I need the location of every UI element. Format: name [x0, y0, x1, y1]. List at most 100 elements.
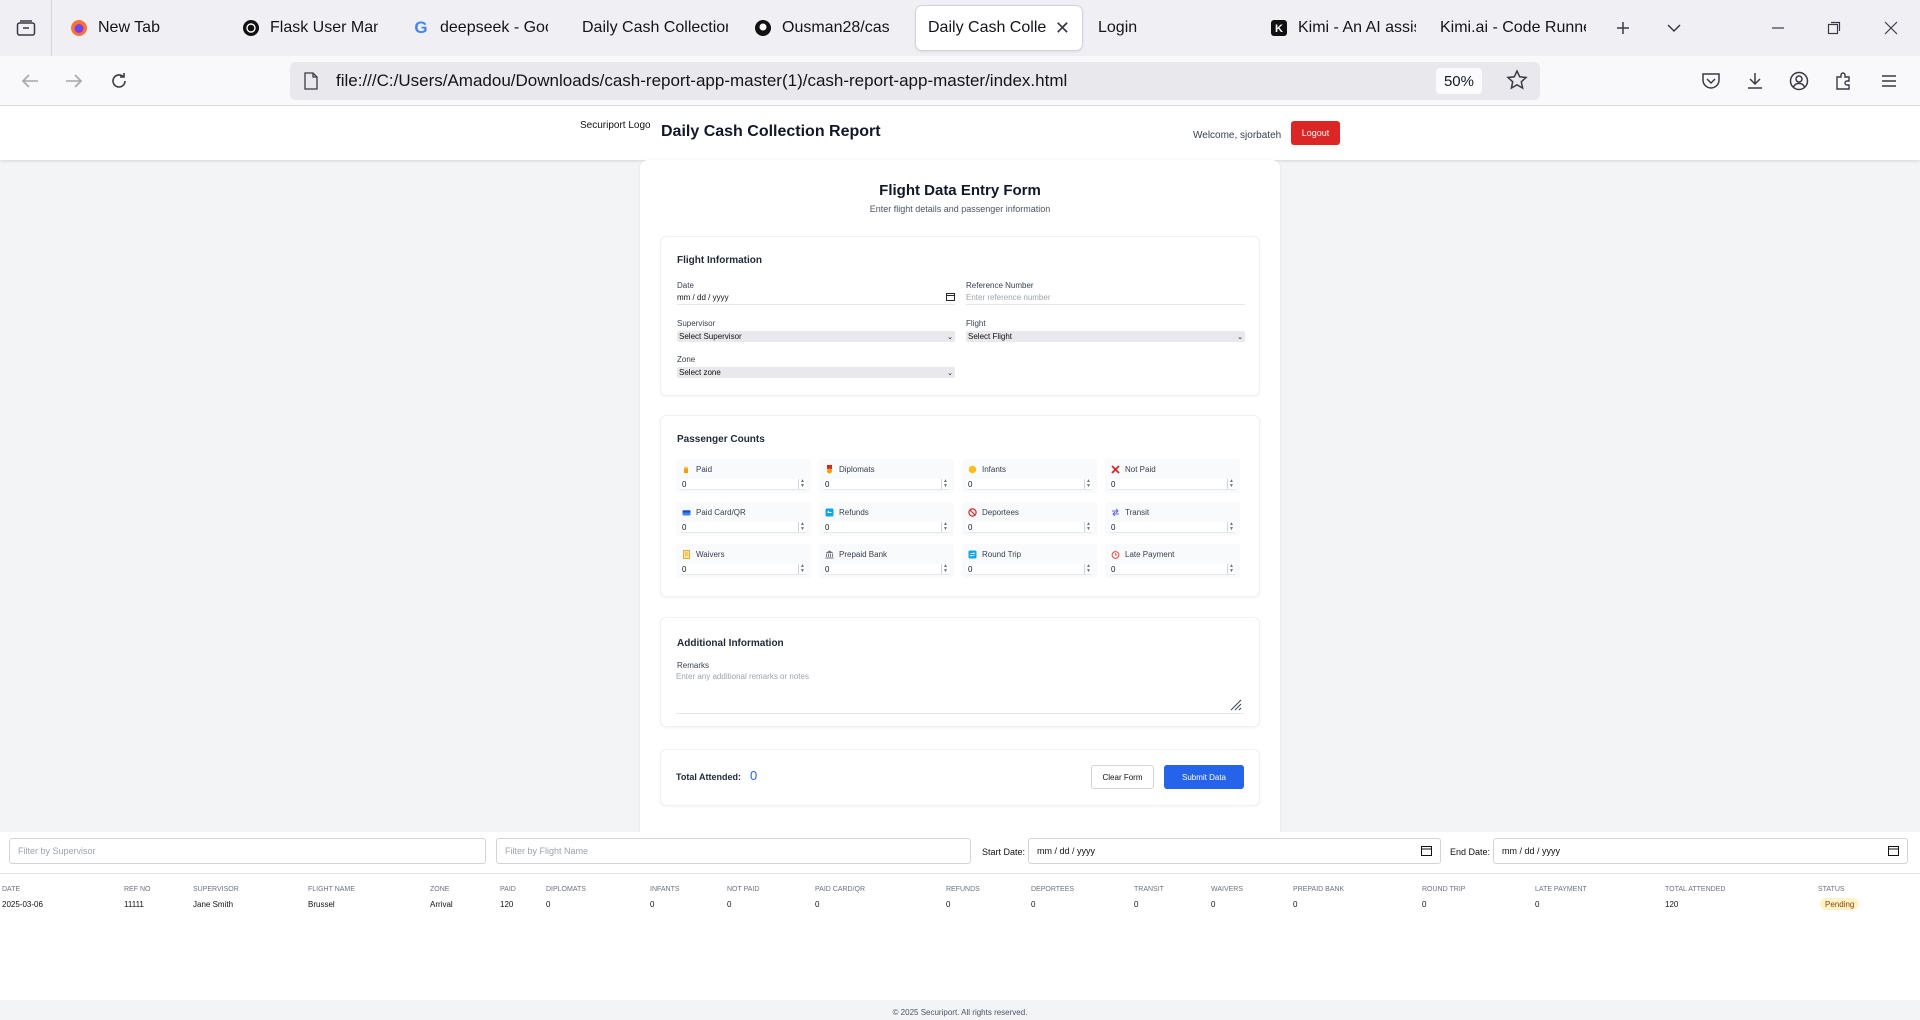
remarks-textarea[interactable]: Enter any additional remarks or notes — [676, 670, 1244, 714]
svg-text:K: K — [1275, 23, 1283, 35]
total-attended-label: Total Attended: — [676, 772, 741, 782]
submit-data-button[interactable]: Submit Data — [1164, 765, 1244, 789]
tab-login[interactable]: Login — [1086, 6, 1256, 50]
zone-select[interactable]: Select zone ⌄ — [677, 367, 955, 378]
stepper-icon[interactable]: ▲ ▼ — [1227, 479, 1235, 489]
reference-number-label: Reference Number — [966, 281, 1034, 290]
calendar-icon[interactable] — [1888, 845, 1899, 858]
reload-icon — [112, 73, 126, 88]
minimize-button[interactable] — [1762, 12, 1794, 44]
new-tab-button[interactable] — [1607, 12, 1639, 44]
cell-supervisor: Jane Smith — [193, 900, 234, 909]
paid-card-qr-input[interactable]: 0 ▲ ▼ — [681, 522, 806, 533]
flight-select[interactable]: Select Flight ⌄ — [966, 331, 1245, 342]
stepper-icon[interactable]: ▲ ▼ — [798, 522, 806, 532]
date-input[interactable]: mm / dd / yyyy — [677, 291, 955, 305]
menu-button[interactable] — [1873, 65, 1905, 97]
restore-button[interactable] — [1818, 12, 1850, 44]
close-window-button[interactable] — [1875, 12, 1907, 44]
cell-transit: 0 — [1134, 900, 1139, 909]
infants-value: 0 — [968, 479, 973, 489]
url-bar[interactable]: file:///C:/Users/Amadou/Downloads/cash-r… — [290, 62, 1540, 100]
stepper-icon[interactable]: ▲ ▼ — [941, 522, 949, 532]
tab-new-tab[interactable]: New Tab — [58, 6, 228, 50]
not-paid-input[interactable]: 0 ▲ ▼ — [1110, 479, 1235, 490]
tab-kimi-assistant[interactable]: K Kimi - An AI assist — [1258, 6, 1428, 50]
url-text[interactable]: file:///C:/Users/Amadou/Downloads/cash-r… — [336, 71, 1067, 91]
tab-daily-cash-collection[interactable]: Daily Cash Collection — [570, 6, 740, 50]
transit-input[interactable]: 0 ▲ ▼ — [1110, 522, 1235, 533]
back-button[interactable] — [14, 65, 46, 97]
prepaid-bank-input[interactable]: 0 ▲ ▼ — [824, 564, 949, 575]
stepper-icon[interactable]: ▲ ▼ — [1084, 479, 1092, 489]
stepper-icon[interactable]: ▲ ▼ — [1227, 564, 1235, 574]
extensions-button[interactable] — [1827, 65, 1859, 97]
waivers-input[interactable]: 0 ▲ ▼ — [681, 564, 806, 575]
clear-form-button[interactable]: Clear Form — [1091, 765, 1154, 789]
downloads-button[interactable] — [1739, 65, 1771, 97]
reload-button[interactable] — [103, 65, 135, 97]
calendar-icon[interactable] — [1421, 845, 1432, 858]
tab-daily-cash-collection-active[interactable]: Daily Cash Collectio ✕ — [916, 6, 1082, 50]
diplomats-input[interactable]: 0 ▲ ▼ — [824, 479, 949, 490]
diplomats-value: 0 — [825, 479, 830, 489]
bookmark-star-icon[interactable] — [1506, 69, 1528, 96]
firefox-view-button[interactable] — [0, 0, 52, 56]
filter-bar: Filter by Supervisor Filter by Flight Na… — [0, 832, 1920, 874]
stepper-icon[interactable]: ▲ ▼ — [1084, 522, 1092, 532]
zoom-level-button[interactable]: 50% — [1435, 68, 1482, 94]
prohibited-icon — [967, 507, 977, 517]
forward-button[interactable] — [58, 65, 90, 97]
stepper-icon[interactable]: ▲ ▼ — [1227, 522, 1235, 532]
logout-button[interactable]: Logout — [1291, 121, 1340, 145]
account-button[interactable] — [1783, 65, 1815, 97]
remarks-placeholder: Enter any additional remarks or notes — [676, 672, 809, 681]
pocket-button[interactable] — [1695, 65, 1727, 97]
column-header-ref-no: Ref No — [124, 886, 151, 893]
round-trip-input[interactable]: 0 ▲ ▼ — [967, 564, 1092, 575]
start-date-value: mm / dd / yyyy — [1037, 846, 1096, 856]
welcome-text: Welcome, sjorbateh — [1193, 130, 1282, 141]
paid-count-field: Paid 0 ▲ ▼ — [676, 459, 811, 493]
status-badge: Pending — [1820, 898, 1860, 910]
end-date-input[interactable]: mm / dd / yyyy — [1493, 838, 1908, 864]
supervisor-filter-input[interactable]: Filter by Supervisor — [9, 838, 486, 864]
column-header-total-attended: Total Attended — [1665, 886, 1726, 893]
refunds-input[interactable]: 0 ▲ ▼ — [824, 522, 949, 533]
reference-number-input[interactable]: Enter reference number — [966, 291, 1245, 305]
stepper-icon[interactable]: ▲ ▼ — [941, 564, 949, 574]
tab-title: Kimi - An AI assist — [1298, 19, 1416, 36]
deportees-input[interactable]: 0 ▲ ▼ — [967, 522, 1092, 533]
infants-label: Infants — [982, 464, 1007, 474]
round-trip-value: 0 — [968, 564, 973, 574]
tab-github-repo[interactable]: Ousman28/cash-r — [742, 6, 902, 50]
tab-flask-user-manager[interactable]: Flask User Manag — [230, 6, 390, 50]
app-header: Securiport Logo Daily Cash Collection Re… — [0, 106, 1920, 160]
supervisor-select[interactable]: Select Supervisor ⌄ — [677, 331, 955, 342]
refunds-count-field: Refunds 0 ▲ ▼ — [819, 502, 954, 536]
github-icon — [754, 19, 772, 37]
data-table: Date Ref No Supervisor Flight Name Zone … — [0, 874, 1920, 1000]
stepper-icon[interactable]: ▲ ▼ — [1084, 564, 1092, 574]
stepper-icon[interactable]: ▲ ▼ — [798, 564, 806, 574]
resize-handle-icon[interactable] — [1228, 697, 1242, 711]
close-tab-icon[interactable]: ✕ — [1055, 18, 1070, 39]
start-date-input[interactable]: mm / dd / yyyy — [1028, 838, 1441, 864]
stepper-icon[interactable]: ▲ ▼ — [798, 479, 806, 489]
tab-kimi-code-runner[interactable]: Kimi.ai - Code Runner — [1428, 6, 1598, 50]
close-icon — [1884, 21, 1898, 35]
stepper-icon[interactable]: ▲ ▼ — [941, 479, 949, 489]
tab-deepseek-google[interactable]: G deepseek - Googl — [400, 6, 560, 50]
paid-card-qr-value: 0 — [682, 522, 687, 532]
page-title: Daily Cash Collection Report — [661, 123, 881, 140]
paid-input[interactable]: 0 ▲ ▼ — [681, 479, 806, 490]
infants-input[interactable]: 0 ▲ ▼ — [967, 479, 1092, 490]
paid-card-qr-label: Paid Card/QR — [696, 507, 746, 517]
calendar-icon[interactable] — [946, 292, 955, 303]
flight-filter-input[interactable]: Filter by Flight Name — [496, 838, 971, 864]
supervisor-filter-placeholder: Filter by Supervisor — [18, 846, 96, 856]
firefox-view-icon — [16, 20, 35, 36]
late-payment-input[interactable]: 0 ▲ ▼ — [1110, 564, 1235, 575]
list-all-tabs-button[interactable] — [1658, 12, 1690, 44]
column-header-refunds: Refunds — [946, 886, 980, 893]
